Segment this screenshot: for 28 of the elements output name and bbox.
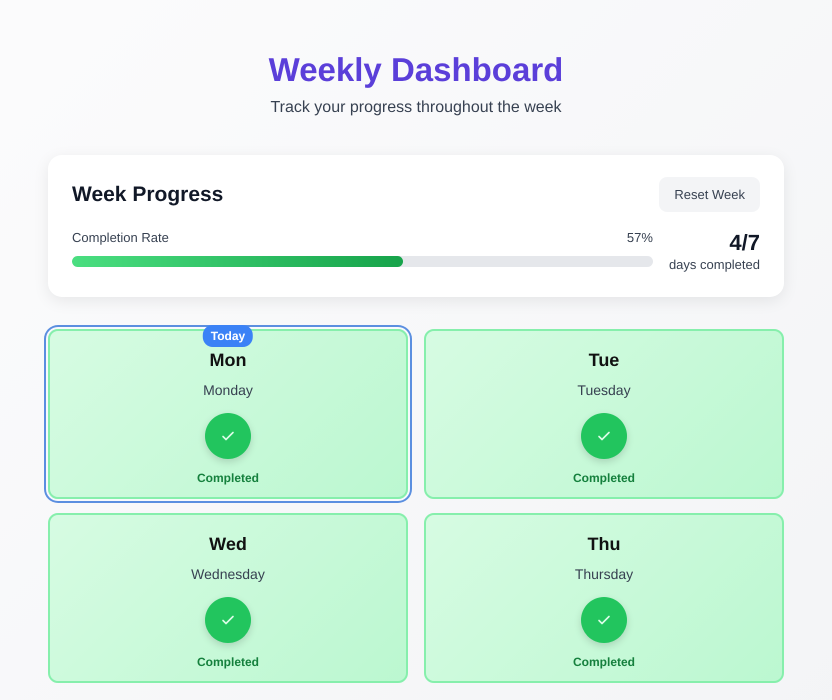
reset-week-button[interactable]: Reset Week: [659, 176, 760, 212]
day-abbreviation: Mon: [208, 348, 248, 372]
day-name: Monday: [202, 380, 254, 400]
card-title: Week Progress: [72, 182, 224, 208]
day-name: Wednesday: [190, 564, 266, 584]
day-name: Tuesday: [576, 380, 632, 400]
check-icon[interactable]: [581, 412, 627, 459]
page-subtitle: Track your progress throughout the week: [269, 98, 563, 118]
status-label: Completed: [196, 654, 260, 671]
day-card[interactable]: Tue Tuesday Completed: [424, 328, 784, 499]
status-label: Completed: [572, 654, 636, 671]
day-name: Thursday: [574, 564, 634, 584]
day-abbreviation: Wed: [208, 532, 248, 556]
check-icon[interactable]: [205, 412, 251, 459]
today-badge: Today: [202, 324, 254, 347]
check-icon[interactable]: [205, 596, 251, 643]
day-abbreviation: Tue: [588, 348, 620, 372]
day-card[interactable]: Wed Wednesday Completed: [48, 512, 408, 683]
percent-value: 57%: [626, 229, 653, 248]
completion-rate-label: Completion Rate: [72, 229, 169, 248]
status-label: Completed: [196, 470, 260, 487]
check-icon[interactable]: [581, 596, 627, 643]
day-abbreviation: Thu: [586, 532, 622, 556]
status-label: Completed: [572, 470, 636, 487]
page-title: Weekly Dashboard: [268, 50, 564, 90]
days-completed-label: days completed: [668, 256, 760, 274]
days-count: 4/7: [728, 230, 760, 256]
day-card[interactable]: Thu Thursday Completed: [424, 512, 784, 683]
